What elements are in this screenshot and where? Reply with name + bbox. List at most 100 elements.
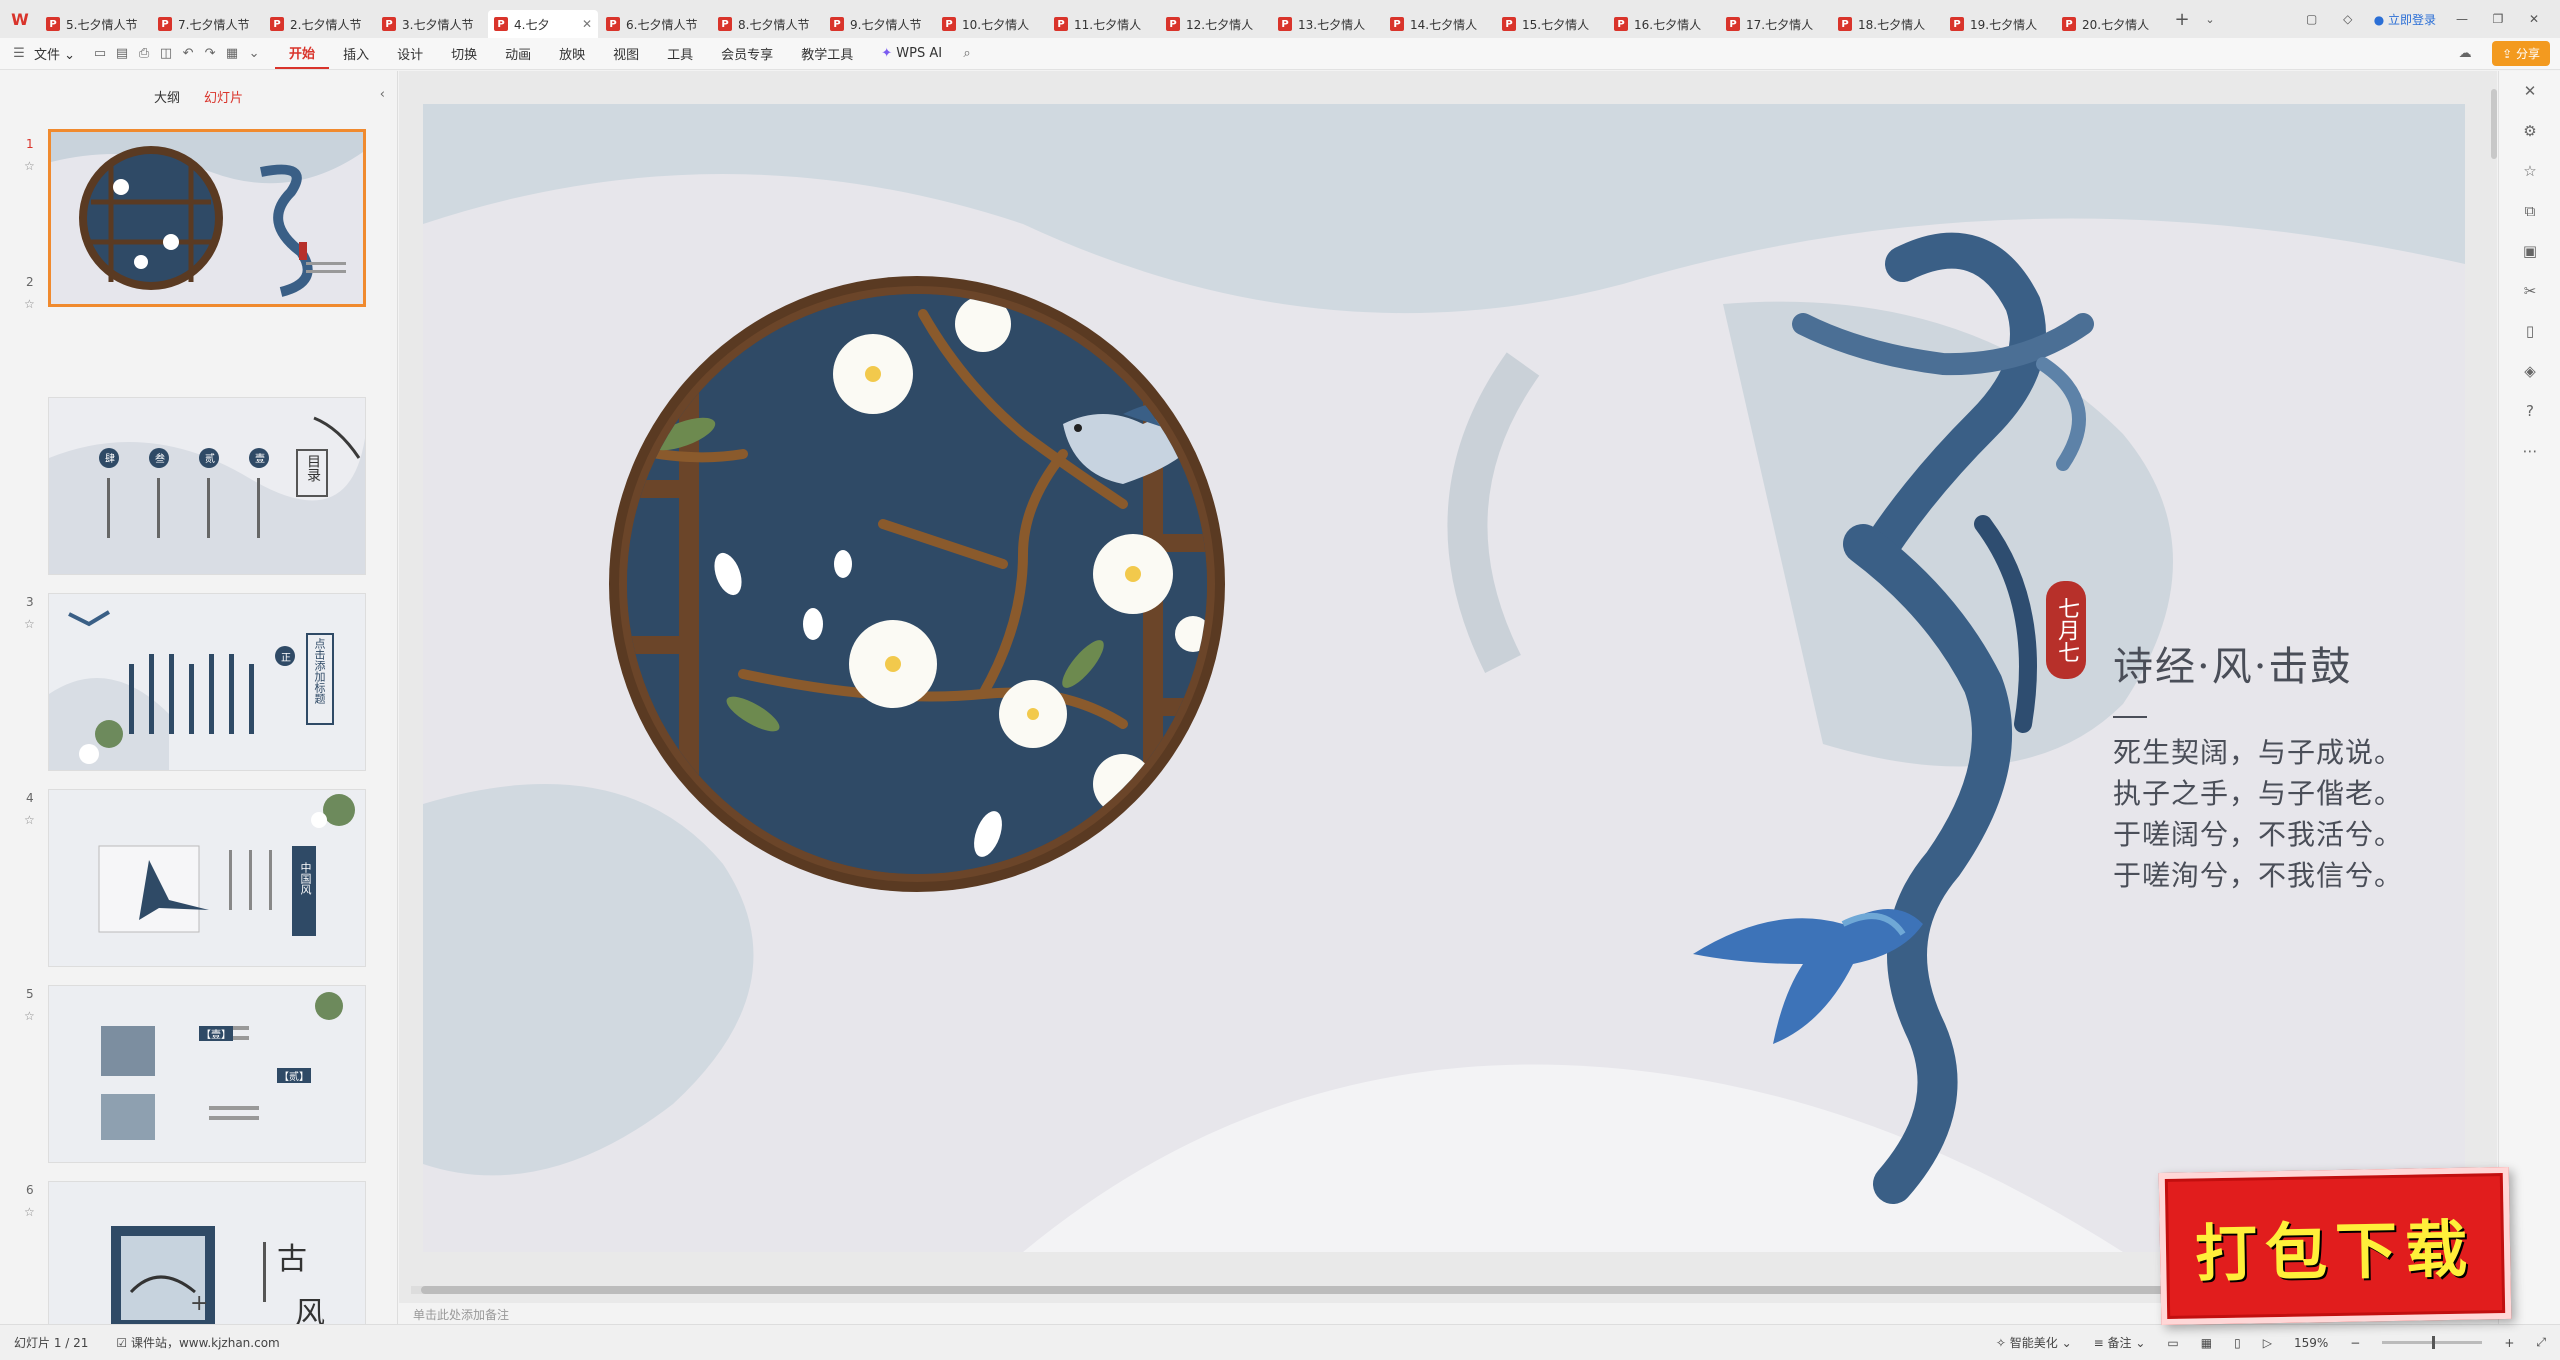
help-icon[interactable]: ? [2499, 391, 2560, 431]
menu-item[interactable]: 插入 [329, 44, 383, 63]
menu-hamburger-icon[interactable]: ☰ [8, 46, 30, 61]
document-tab[interactable]: P 18.七夕情人 [1832, 10, 1942, 38]
document-tab[interactable]: P 2.七夕情人节 [264, 10, 374, 38]
collapse-panel-icon[interactable]: ‹ [380, 87, 385, 102]
format-painter-icon[interactable]: ▦ [221, 46, 243, 61]
document-tab[interactable]: P 5.七夕情人节 [40, 10, 150, 38]
reading-view-icon[interactable]: ▯ [2234, 1336, 2241, 1350]
thumb6-char: 古 [277, 1242, 307, 1277]
document-tab[interactable]: P 16.七夕情人 [1608, 10, 1718, 38]
book-icon[interactable]: ▯ [2499, 311, 2560, 351]
cube-icon[interactable]: ◇ [2338, 12, 2358, 26]
cloud-icon[interactable]: ☁ [2454, 46, 2476, 61]
document-tab[interactable]: P 10.七夕情人 [936, 10, 1046, 38]
search-icon[interactable]: ⌕ [956, 46, 978, 61]
share-button[interactable]: ⇪ 分享 [2492, 41, 2550, 66]
tab-label: 20.七夕情人 [2082, 17, 2150, 32]
document-tab[interactable]: P 7.七夕情人节 [152, 10, 262, 38]
zoom-slider[interactable] [2382, 1336, 2483, 1349]
poem-divider [2113, 716, 2147, 718]
menu-item[interactable]: 会员专享 [707, 44, 787, 63]
menu-file[interactable]: 文件 ⌄ [30, 44, 89, 63]
close-tab-icon[interactable]: ✕ [582, 17, 592, 31]
menu-item[interactable]: 教学工具 [787, 44, 867, 63]
document-tab[interactable]: P 17.七夕情人 [1720, 10, 1830, 38]
menu-item[interactable]: 放映 [545, 44, 599, 63]
fit-window-icon[interactable]: ⤢ [2536, 1335, 2546, 1350]
document-tab[interactable]: P 11.七夕情人 [1048, 10, 1158, 38]
document-tab[interactable]: P 15.七夕情人 [1496, 10, 1606, 38]
zoom-in-icon[interactable]: + [2504, 1336, 2514, 1350]
thumbnail-row-2[interactable]: 2 ☆ [0, 199, 390, 379]
beautify-button[interactable]: ✧ 智能美化 ⌄ [1996, 1334, 2072, 1351]
document-tab[interactable]: P 12.七夕情人 [1160, 10, 1270, 38]
document-tab[interactable]: P 20.七夕情人 [2056, 10, 2166, 38]
menu-item[interactable]: 开始 [275, 39, 330, 69]
tab-outline[interactable]: 大纲 [154, 87, 180, 106]
minimize-icon[interactable]: — [2452, 12, 2472, 26]
adjust-icon[interactable]: ⚙ [2499, 111, 2560, 151]
tab-slides[interactable]: 幻灯片 [204, 87, 243, 106]
add-slide-button[interactable]: + [190, 1291, 208, 1316]
zoom-value[interactable]: 159% [2294, 1336, 2328, 1350]
poem-block[interactable]: 诗经·风·击鼓 死生契阔，与子成说。 执子之手，与子偕老。 于嗟阔兮，不我活兮。… [2113, 634, 2443, 896]
thumb5-tag: 【壹】 [199, 1026, 233, 1041]
download-badge[interactable]: 打包下载 [2158, 1166, 2512, 1326]
document-tab[interactable]: P 13.七夕情人 [1272, 10, 1382, 38]
menu-item[interactable]: 切换 [437, 44, 491, 63]
shirt-icon[interactable]: ◈ [2499, 351, 2560, 391]
more-icon[interactable]: ⋯ [2499, 431, 2560, 471]
tools-icon[interactable]: ✂ [2499, 271, 2560, 311]
close-window-icon[interactable]: ✕ [2524, 12, 2544, 26]
login-label: 立即登录 [2387, 12, 2436, 27]
preview-icon[interactable]: ◫ [155, 46, 177, 61]
star-icon[interactable]: ☆ [24, 1205, 35, 1219]
new-tab-button[interactable]: + [2168, 9, 2196, 30]
document-tab[interactable]: P 14.七夕情人 [1384, 10, 1494, 38]
document-tab[interactable]: P 6.七夕情人节 [600, 10, 710, 38]
menu-item[interactable]: 工具 [653, 44, 707, 63]
wps-logo-icon[interactable]: W [0, 0, 40, 38]
export-pdf-icon[interactable]: ▤ [111, 46, 133, 61]
star-icon[interactable]: ☆ [24, 813, 35, 827]
zoom-out-icon[interactable]: − [2350, 1336, 2360, 1350]
star-icon[interactable]: ☆ [24, 1009, 35, 1023]
document-tab[interactable]: P 8.七夕情人节 [712, 10, 822, 38]
undo-icon[interactable]: ↶ [177, 46, 199, 61]
menu-item[interactable]: 视图 [599, 44, 653, 63]
star-icon[interactable]: ☆ [2499, 151, 2560, 191]
slide-1[interactable]: 七月七 诗经·风·击鼓 死生契阔，与子成说。 执子之手，与子偕老。 于嗟阔兮，不… [423, 104, 2465, 1252]
panel-tabs: 大纲 幻灯片 [0, 71, 397, 121]
thumb2-title: 目录 [305, 454, 321, 482]
layout-icon[interactable]: ▢ [2302, 12, 2322, 26]
star-icon[interactable]: ☆ [24, 617, 35, 631]
vertical-scrollbar[interactable] [2491, 89, 2497, 159]
save-icon[interactable]: ▭ [89, 46, 111, 61]
copy-icon[interactable]: ⧉ [2499, 191, 2560, 231]
play-icon[interactable]: ▷ [2263, 1336, 2272, 1350]
star-icon[interactable]: ☆ [24, 297, 35, 311]
star-icon[interactable]: ☆ [24, 159, 35, 173]
grid-view-icon[interactable]: ▦ [2201, 1336, 2212, 1350]
thumb4-title: 中国风 [299, 862, 312, 895]
tab-label: 6.七夕情人节 [626, 17, 698, 32]
menu-item[interactable]: 设计 [383, 44, 437, 63]
document-tab[interactable]: P 4.七夕 ✕ [488, 10, 598, 38]
scroll-thumb[interactable] [421, 1286, 2221, 1294]
more-chevron-icon[interactable]: ⌄ [243, 46, 265, 61]
document-tab[interactable]: P 19.七夕情人 [1944, 10, 2054, 38]
redo-icon[interactable]: ↷ [199, 46, 221, 61]
normal-view-icon[interactable]: ▭ [2167, 1336, 2178, 1350]
close-panel-icon[interactable]: ✕ [2499, 71, 2560, 111]
print-icon[interactable]: ⎙ [133, 46, 155, 61]
document-tab[interactable]: P 3.七夕情人节 [376, 10, 486, 38]
image-icon[interactable]: ▣ [2499, 231, 2560, 271]
wps-ai-button[interactable]: ✦ WPS AI [867, 46, 956, 61]
slide-number: 2 [26, 275, 34, 289]
document-tab[interactable]: P 9.七夕情人节 [824, 10, 934, 38]
tab-list-chevron-icon[interactable]: ⌄ [2196, 13, 2224, 26]
restore-icon[interactable]: ❐ [2488, 12, 2508, 26]
login-link[interactable]: ● 立即登录 [2374, 11, 2436, 28]
notes-toggle[interactable]: ≡ 备注 ⌄ [2094, 1334, 2146, 1351]
menu-item[interactable]: 动画 [491, 44, 545, 63]
